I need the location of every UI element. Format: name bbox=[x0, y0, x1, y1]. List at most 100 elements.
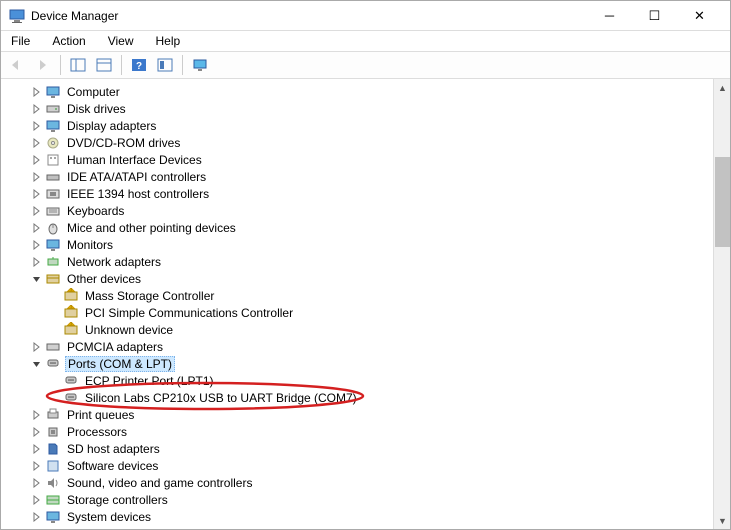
tree-node-label: Network adapters bbox=[65, 255, 163, 269]
expand-icon[interactable] bbox=[31, 171, 43, 183]
warn-icon: ! bbox=[63, 288, 79, 304]
tree-node[interactable]: Display adapters bbox=[13, 117, 713, 134]
tree-node-label: Keyboards bbox=[65, 204, 126, 218]
tree-node-label: SD host adapters bbox=[65, 442, 162, 456]
tree-node[interactable]: Mice and other pointing devices bbox=[13, 219, 713, 236]
tree-node[interactable]: IDE ATA/ATAPI controllers bbox=[13, 168, 713, 185]
tree-node[interactable]: Computer bbox=[13, 83, 713, 100]
titlebar[interactable]: Device Manager ─ ☐ ✕ bbox=[1, 1, 730, 31]
warn-icon: ! bbox=[63, 322, 79, 338]
tree-node-label: Silicon Labs CP210x USB to UART Bridge (… bbox=[83, 391, 359, 405]
menu-help[interactable]: Help bbox=[152, 32, 185, 50]
no-expand bbox=[49, 307, 61, 319]
monitor-button[interactable] bbox=[188, 54, 212, 76]
maximize-button[interactable]: ☐ bbox=[632, 2, 677, 30]
expand-icon[interactable] bbox=[31, 222, 43, 234]
tree-node[interactable]: DVD/CD-ROM drives bbox=[13, 134, 713, 151]
window-title: Device Manager bbox=[31, 9, 587, 23]
tree-node[interactable]: Sound, video and game controllers bbox=[13, 474, 713, 491]
menu-view[interactable]: View bbox=[104, 32, 138, 50]
back-button[interactable] bbox=[5, 54, 29, 76]
properties-button[interactable] bbox=[92, 54, 116, 76]
expand-icon[interactable] bbox=[31, 443, 43, 455]
monitor-icon bbox=[45, 84, 61, 100]
port-icon bbox=[45, 356, 61, 372]
no-expand bbox=[49, 375, 61, 387]
expand-icon[interactable] bbox=[31, 494, 43, 506]
expand-icon[interactable] bbox=[31, 103, 43, 115]
tree-node[interactable]: !Mass Storage Controller bbox=[13, 287, 713, 304]
tree-node-label: Display adapters bbox=[65, 119, 158, 133]
app-icon bbox=[9, 8, 25, 24]
expand-icon[interactable] bbox=[31, 239, 43, 251]
tree-node[interactable]: Software devices bbox=[13, 457, 713, 474]
tree-node[interactable]: SD host adapters bbox=[13, 440, 713, 457]
tree-node[interactable]: !Unknown device bbox=[13, 321, 713, 338]
sound-icon bbox=[45, 475, 61, 491]
tree-node-label: Print queues bbox=[65, 408, 136, 422]
expand-icon[interactable] bbox=[31, 426, 43, 438]
no-expand bbox=[49, 392, 61, 404]
tree-node[interactable]: Print queues bbox=[13, 406, 713, 423]
expand-icon[interactable] bbox=[31, 137, 43, 149]
scroll-thumb[interactable] bbox=[715, 157, 730, 247]
tree-node[interactable]: Monitors bbox=[13, 236, 713, 253]
hid-icon bbox=[45, 152, 61, 168]
scan-hardware-button[interactable] bbox=[153, 54, 177, 76]
expand-icon[interactable] bbox=[31, 511, 43, 523]
help-button[interactable]: ? bbox=[127, 54, 151, 76]
port-icon bbox=[63, 373, 79, 389]
expand-icon[interactable] bbox=[31, 188, 43, 200]
tree-node[interactable]: Keyboards bbox=[13, 202, 713, 219]
expand-icon[interactable] bbox=[31, 86, 43, 98]
tree-node-label: Storage controllers bbox=[65, 493, 170, 507]
svg-text:!: ! bbox=[70, 322, 71, 326]
tree-node[interactable]: !PCI Simple Communications Controller bbox=[13, 304, 713, 321]
expand-icon[interactable] bbox=[31, 154, 43, 166]
expand-icon[interactable] bbox=[31, 205, 43, 217]
menu-action[interactable]: Action bbox=[48, 32, 89, 50]
scrollbar[interactable]: ▲ ▼ bbox=[713, 79, 730, 529]
separator bbox=[60, 55, 61, 75]
no-expand bbox=[49, 324, 61, 336]
tree-node-label: Sound, video and game controllers bbox=[65, 476, 254, 490]
minimize-button[interactable]: ─ bbox=[587, 2, 632, 30]
device-tree[interactable]: ComputerDisk drives Display adaptersDVD/C… bbox=[1, 79, 713, 529]
expand-icon[interactable] bbox=[31, 460, 43, 472]
tree-node[interactable]: ECP Printer Port (LPT1) bbox=[13, 372, 713, 389]
scroll-up-icon[interactable]: ▲ bbox=[714, 79, 731, 96]
tree-node-label: Human Interface Devices bbox=[65, 153, 204, 167]
close-button[interactable]: ✕ bbox=[677, 2, 722, 30]
net-icon bbox=[45, 254, 61, 270]
forward-button[interactable] bbox=[31, 54, 55, 76]
toolbar: ? bbox=[1, 51, 730, 79]
separator bbox=[182, 55, 183, 75]
tree-node[interactable]: Storage controllers bbox=[13, 491, 713, 508]
expand-icon[interactable] bbox=[31, 409, 43, 421]
tree-node[interactable]: Network adapters bbox=[13, 253, 713, 270]
scroll-down-icon[interactable]: ▼ bbox=[714, 512, 731, 529]
tree-node-label: Mice and other pointing devices bbox=[65, 221, 238, 235]
drive-icon bbox=[45, 101, 61, 117]
tree-node[interactable]: PCMCIA adapters bbox=[13, 338, 713, 355]
expand-icon[interactable] bbox=[31, 341, 43, 353]
tree-node[interactable]: IEEE 1394 host controllers bbox=[13, 185, 713, 202]
expand-icon[interactable] bbox=[31, 477, 43, 489]
tree-node[interactable]: Silicon Labs CP210x USB to UART Bridge (… bbox=[13, 389, 713, 406]
tree-node[interactable]: Ports (COM & LPT) bbox=[13, 355, 713, 372]
menu-file[interactable]: File bbox=[7, 32, 34, 50]
tree-node-label: PCMCIA adapters bbox=[65, 340, 165, 354]
tree-node[interactable]: Disk drives bbox=[13, 100, 713, 117]
tree-node[interactable]: Human Interface Devices bbox=[13, 151, 713, 168]
expand-icon[interactable] bbox=[31, 256, 43, 268]
tree-node[interactable]: Other devices bbox=[13, 270, 713, 287]
tree-node[interactable]: Processors bbox=[13, 423, 713, 440]
sys-icon bbox=[45, 509, 61, 525]
expand-icon[interactable] bbox=[31, 120, 43, 132]
collapse-icon[interactable] bbox=[31, 358, 43, 370]
ieee-icon bbox=[45, 186, 61, 202]
tree-node[interactable]: System devices bbox=[13, 508, 713, 525]
show-hide-tree-button[interactable] bbox=[66, 54, 90, 76]
collapse-icon[interactable] bbox=[31, 273, 43, 285]
pcmcia-icon bbox=[45, 339, 61, 355]
